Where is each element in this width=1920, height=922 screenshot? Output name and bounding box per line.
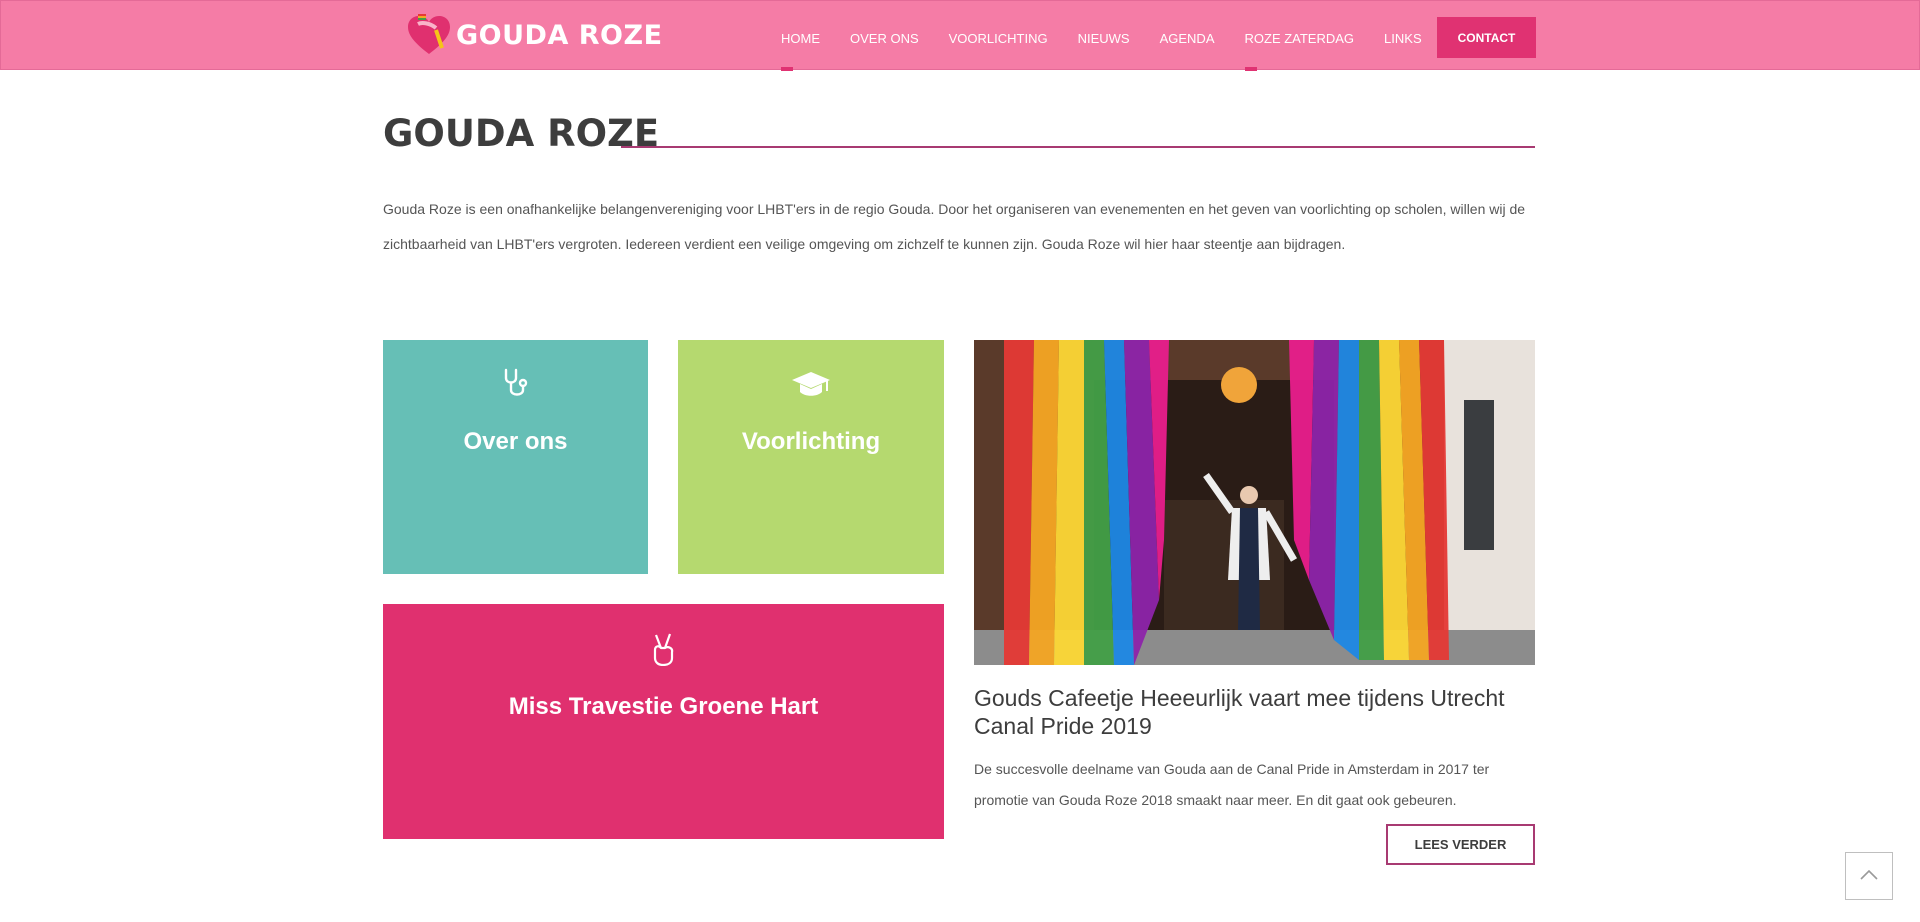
tile-miss-travestie[interactable]: Miss Travestie Groene Hart (383, 604, 944, 839)
tile-over-ons[interactable]: Over ons (383, 340, 648, 574)
intro-text: Gouda Roze is een onafhankelijke belange… (383, 201, 1526, 252)
graduation-cap-icon (791, 370, 831, 403)
header-bar: GOUDA ROZE HOME OVER ONS VOORLICHTING NI… (0, 0, 1920, 71)
main-nav: HOME OVER ONS VOORLICHTING NIEUWS AGENDA… (781, 1, 1452, 71)
scroll-to-top-button[interactable] (1845, 852, 1893, 900)
nav-roze-zaterdag[interactable]: ROZE ZATERDAG (1244, 1, 1354, 71)
page-title: GOUDA ROZE (383, 112, 660, 155)
nav-agenda[interactable]: AGENDA (1160, 1, 1215, 71)
nav-over-ons[interactable]: OVER ONS (850, 1, 919, 71)
title-divider (621, 146, 1535, 148)
nav-voorlichting[interactable]: VOORLICHTING (949, 1, 1048, 71)
tile-voorlichting[interactable]: Voorlichting (678, 340, 944, 574)
nav-links[interactable]: LINKS (1384, 1, 1422, 71)
stethoscope-icon (502, 368, 530, 405)
logo[interactable]: GOUDA ROZE (406, 11, 663, 59)
contact-button[interactable]: CONTACT (1437, 17, 1536, 58)
chevron-up-icon (1860, 867, 1878, 885)
tile-label: Miss Travestie Groene Hart (508, 693, 819, 720)
news-title[interactable]: Gouds Cafeetje Heeeurlijk vaart mee tijd… (974, 684, 1544, 740)
tile-label: Voorlichting (741, 428, 881, 455)
read-more-button[interactable]: LEES VERDER (1386, 824, 1535, 865)
heart-logo-icon (408, 14, 450, 54)
nav-nieuws[interactable]: NIEUWS (1078, 1, 1130, 71)
peace-hand-icon (650, 632, 678, 671)
news-photo[interactable] (974, 340, 1535, 665)
logo-text: GOUDA ROZE (456, 19, 663, 51)
nav-home[interactable]: HOME (781, 1, 820, 71)
news-excerpt: De succesvolle deelname van Gouda aan de… (974, 761, 1490, 808)
tile-label: Over ons (463, 428, 568, 455)
